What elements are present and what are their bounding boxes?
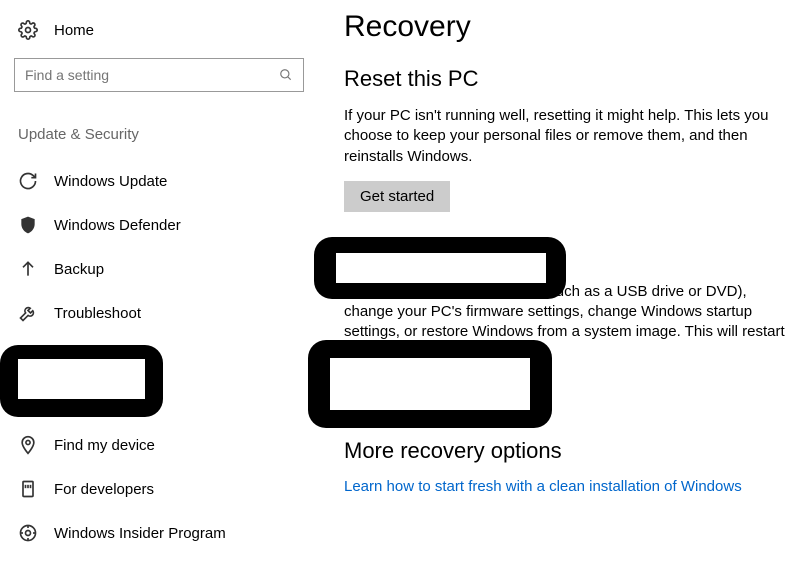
nav-label: Troubleshoot — [54, 305, 141, 322]
search-icon — [279, 68, 293, 82]
insider-icon — [18, 523, 38, 543]
sidebar-item-windows-update[interactable]: Windows Update — [14, 159, 320, 203]
developer-icon — [18, 479, 38, 499]
sidebar-item-backup[interactable]: Backup — [14, 247, 320, 291]
shield-icon — [18, 215, 38, 235]
nav-label: Backup — [54, 261, 104, 278]
nav-label: Windows Insider Program — [54, 525, 226, 542]
restart-now-button[interactable]: Restart now — [344, 377, 456, 408]
home-label: Home — [54, 22, 94, 39]
advanced-section: Advanced startup Start up from a device … — [344, 242, 792, 408]
sidebar: Home Update & Security Windows Update Wi… — [0, 0, 320, 585]
sidebar-item-troubleshoot[interactable]: Troubleshoot — [14, 291, 320, 335]
nav-label: Find my device — [54, 437, 155, 454]
sync-icon — [18, 171, 38, 191]
get-started-button[interactable]: Get started — [344, 181, 450, 212]
reset-section: Reset this PC If your PC isn't running w… — [344, 66, 792, 212]
page-title: Recovery — [344, 10, 792, 44]
sidebar-item-activation[interactable]: Activation — [14, 379, 320, 423]
key-icon — [18, 391, 38, 411]
more-section: More recovery options Learn how to start… — [344, 438, 792, 495]
sidebar-item-find-my-device[interactable]: Find my device — [14, 423, 320, 467]
more-heading: More recovery options — [344, 438, 792, 464]
upload-arrow-icon — [18, 259, 38, 279]
category-label: Update & Security — [14, 126, 320, 159]
sidebar-item-windows-defender[interactable]: Windows Defender — [14, 203, 320, 247]
advanced-desc: Start up from a device or disc (such as … — [344, 282, 792, 363]
history-icon — [18, 347, 38, 367]
gear-icon — [18, 20, 38, 40]
fresh-start-link[interactable]: Learn how to start fresh with a clean in… — [344, 478, 742, 495]
sidebar-item-windows-insider[interactable]: Windows Insider Program — [14, 511, 320, 555]
main-content: Recovery Reset this PC If your PC isn't … — [320, 0, 808, 585]
reset-desc: If your PC isn't running well, resetting… — [344, 106, 792, 167]
home-button[interactable]: Home — [14, 14, 320, 58]
sidebar-item-recovery[interactable]: Recovery — [14, 335, 320, 379]
search-field[interactable] — [25, 67, 279, 83]
reset-heading: Reset this PC — [344, 66, 792, 92]
nav-label: Activation — [54, 393, 119, 410]
nav-label: For developers — [54, 481, 154, 498]
wrench-icon — [18, 303, 38, 323]
sidebar-item-for-developers[interactable]: For developers — [14, 467, 320, 511]
nav-label: Windows Update — [54, 173, 167, 190]
search-input[interactable] — [14, 58, 304, 92]
advanced-heading: Advanced startup — [344, 242, 792, 268]
nav-label: Recovery — [54, 349, 117, 366]
nav-label: Windows Defender — [54, 217, 181, 234]
location-icon — [18, 435, 38, 455]
